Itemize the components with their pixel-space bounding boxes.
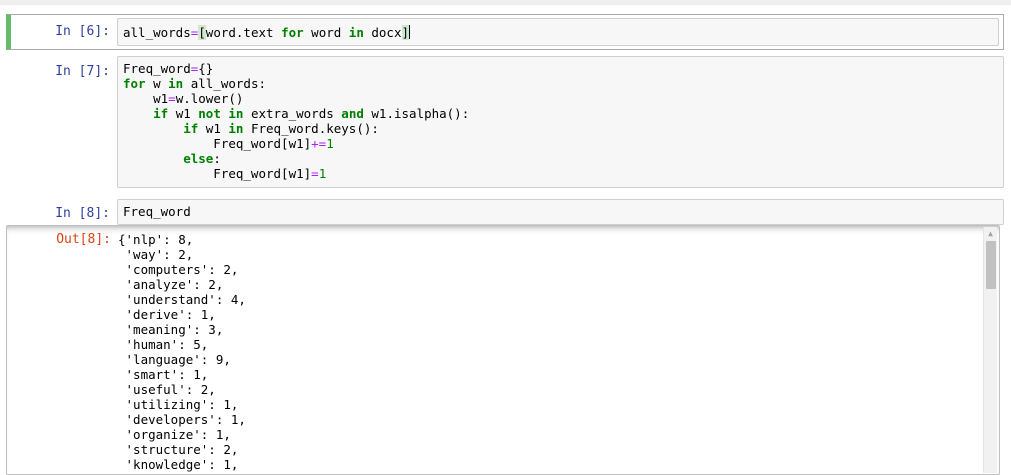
scroll-up-arrow-icon[interactable]: ▲ xyxy=(984,227,997,240)
code-editor[interactable]: Freq_word xyxy=(117,199,1004,225)
keyword-token: if xyxy=(153,106,169,121)
code-cell-8[interactable]: In [8]: Freq_word xyxy=(6,199,1004,225)
output-prompt: Out[8]: xyxy=(56,232,111,247)
keyword-token: else xyxy=(183,151,214,166)
keyword-token: not xyxy=(198,106,221,121)
keyword-token: in xyxy=(348,25,364,40)
bracket-match: ] xyxy=(401,25,410,40)
keyword-token: in xyxy=(168,76,184,91)
output-area[interactable]: Out[8]: {'nlp': 8, 'way': 2, 'computers'… xyxy=(6,225,1000,475)
operator-token: = xyxy=(311,166,319,181)
code-cell-6[interactable]: In [6]: all_words=[word.text for word in… xyxy=(6,14,1004,51)
code-cell-7[interactable]: In [7]: Freq_word={} for w in all_words:… xyxy=(6,56,1004,190)
keyword-token: for xyxy=(281,25,304,40)
code-editor[interactable]: Freq_word={} for w in all_words: w1=w.lo… xyxy=(117,56,1004,188)
input-prompt: In [7]: xyxy=(55,64,110,79)
bracket-match: [ xyxy=(198,25,206,40)
text-cursor xyxy=(409,25,411,39)
code-text[interactable]: Freq_word xyxy=(118,200,1003,223)
input-prompt: In [6]: xyxy=(55,24,110,39)
number-token: 1 xyxy=(326,136,334,151)
code-text[interactable]: Freq_word={} for w in all_words: w1=w.lo… xyxy=(118,57,1003,185)
output-scrollbar[interactable]: ▲ xyxy=(983,227,997,473)
keyword-token: and xyxy=(341,106,364,121)
code-text[interactable]: all_words=[word.text for word in docx] xyxy=(118,19,998,44)
output-text: {'nlp': 8, 'way': 2, 'computers': 2, 'an… xyxy=(118,232,246,472)
operator-token: = xyxy=(190,61,199,76)
code-editor[interactable]: all_words=[word.text for word in docx] xyxy=(117,18,999,46)
keyword-token: if xyxy=(183,121,199,136)
keyword-token: in xyxy=(228,106,244,121)
keyword-token: for xyxy=(123,76,146,91)
scroll-thumb[interactable] xyxy=(986,241,996,289)
notebook-top-edge xyxy=(0,0,1011,5)
keyword-token: in xyxy=(228,121,244,136)
operator-token: = xyxy=(168,91,176,106)
number-token: 1 xyxy=(318,166,327,181)
operator-token: += xyxy=(311,136,327,151)
input-prompt: In [8]: xyxy=(55,206,110,221)
